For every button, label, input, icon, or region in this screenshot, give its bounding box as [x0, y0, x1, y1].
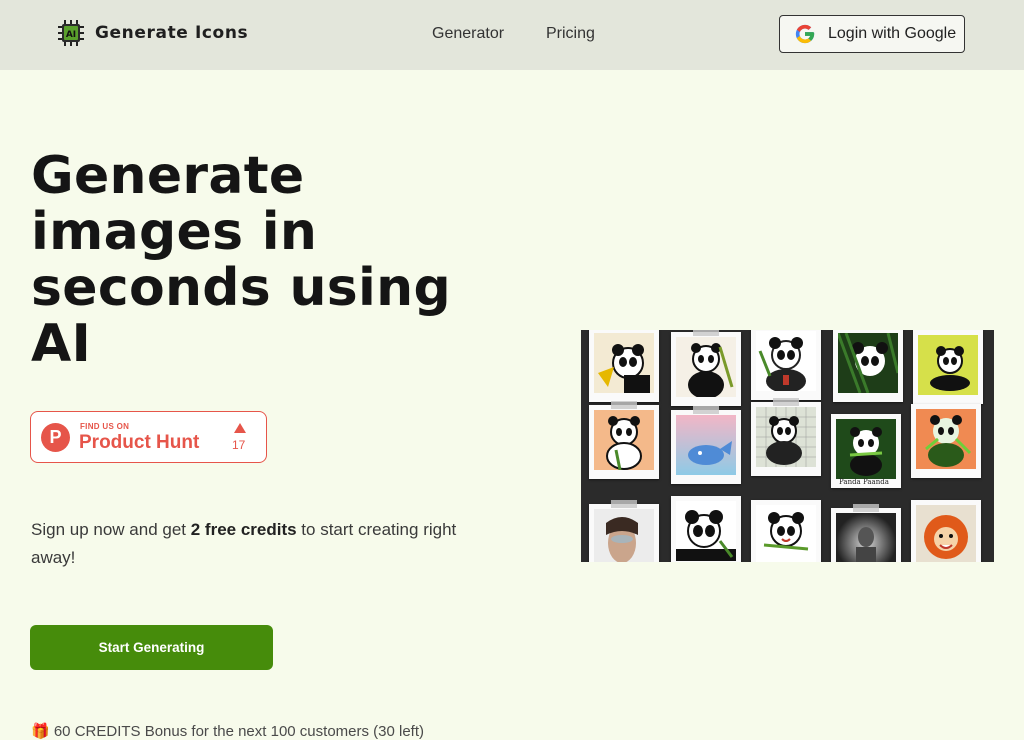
- credits-bonus-text: 🎁 60 CREDITS Bonus for the next 100 cust…: [31, 723, 425, 740]
- gallery-image: Panda Paanda: [831, 414, 901, 488]
- login-label: Login with Google: [828, 25, 957, 42]
- gallery-image: [751, 500, 821, 562]
- gallery-image: [671, 406, 741, 484]
- brand-logo[interactable]: AI Generate Icons: [56, 18, 248, 48]
- generated-images-gallery: Panda Paanda: [581, 330, 994, 562]
- gallery-image: [751, 398, 821, 476]
- gallery-image: [751, 330, 821, 400]
- google-icon: [794, 23, 816, 45]
- gallery-image: [911, 404, 981, 478]
- product-hunt-caption: FIND US ON: [80, 422, 130, 431]
- top-navbar: AI Generate Icons Generator Pricing Logi…: [0, 0, 1024, 70]
- gallery-image: [589, 401, 659, 479]
- upvote-arrow-icon: [234, 423, 246, 433]
- gallery-image: [833, 330, 903, 402]
- nav-generator[interactable]: Generator: [432, 25, 504, 43]
- product-hunt-name: Product Hunt: [79, 432, 200, 453]
- gallery-image: [589, 330, 659, 402]
- gallery-image: [671, 496, 741, 562]
- start-generating-button[interactable]: Start Generating: [30, 625, 273, 670]
- gallery-image: [671, 330, 741, 406]
- gallery-image: [589, 500, 659, 562]
- signup-text: Sign up now and get 2 free credits to st…: [31, 516, 481, 572]
- nav-pricing[interactable]: Pricing: [546, 25, 595, 43]
- brand-name: Generate Icons: [95, 23, 249, 43]
- svg-text:AI: AI: [66, 30, 76, 40]
- signup-text-bold: 2 free credits: [190, 520, 297, 539]
- product-hunt-badge[interactable]: P FIND US ON Product Hunt 17: [30, 411, 267, 463]
- login-with-google-button[interactable]: Login with Google: [779, 15, 965, 53]
- product-hunt-icon: P: [41, 423, 70, 452]
- signup-text-start: Sign up now and get: [31, 520, 191, 539]
- gallery-image: [913, 330, 983, 404]
- hero-title: Generate images in seconds using AI: [31, 146, 452, 374]
- ai-chip-icon: AI: [56, 18, 86, 48]
- upvote-count: 17: [232, 438, 246, 452]
- gallery-image: [911, 500, 981, 562]
- gallery-caption: Panda Paanda: [839, 478, 889, 486]
- gallery-image: [831, 504, 901, 562]
